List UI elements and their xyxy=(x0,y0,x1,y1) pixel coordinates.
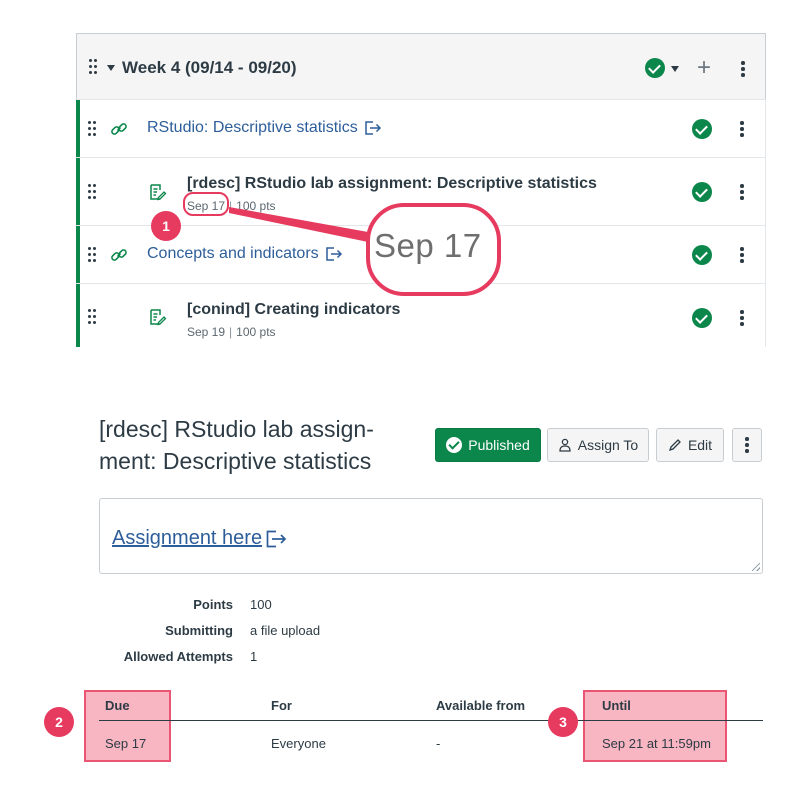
table-divider xyxy=(99,720,763,721)
published-button[interactable]: Published xyxy=(435,428,541,462)
column-header-available-from: Available from xyxy=(436,698,526,713)
column-header-for: For xyxy=(271,698,292,713)
callout-badge-3: 3 xyxy=(548,707,578,737)
callout-connector xyxy=(229,207,368,242)
check-circle-icon xyxy=(446,437,463,453)
detail-label: Submitting xyxy=(165,623,233,638)
edit-button[interactable]: Edit xyxy=(656,428,724,462)
page-title: [rdesc] RStudio lab assign- ment: Descri… xyxy=(99,416,374,474)
cell-until: Sep 21 at 11:59pm xyxy=(602,736,711,751)
detail-value: 1 xyxy=(250,649,258,664)
assignment-description: Assignment here xyxy=(99,498,763,574)
user-icon xyxy=(559,438,571,452)
detail-label: Points xyxy=(193,597,233,612)
callout-badge-1: 1 xyxy=(151,211,181,241)
cell-for: Everyone xyxy=(271,736,326,751)
kebab-icon xyxy=(745,437,749,453)
detail-value: a file upload xyxy=(250,623,321,638)
assign-to-button[interactable]: Assign To xyxy=(547,428,649,462)
detail-value: 100 xyxy=(250,597,272,612)
cell-available-from: - xyxy=(436,736,441,751)
external-link-icon xyxy=(266,530,287,548)
due-date-highlight xyxy=(183,192,229,216)
more-options-button[interactable] xyxy=(732,428,762,462)
pencil-icon xyxy=(668,439,681,452)
cell-due: Sep 17 xyxy=(105,736,147,751)
zoom-callout-text: Sep 17 xyxy=(374,227,482,264)
column-header-due: Due xyxy=(105,698,130,713)
callout-badge-2: 2 xyxy=(44,707,74,737)
resize-handle[interactable] xyxy=(752,563,760,571)
assignment-link[interactable]: Assignment here xyxy=(112,527,287,550)
detail-label: Allowed Attempts xyxy=(123,649,233,664)
column-header-until: Until xyxy=(602,698,631,713)
